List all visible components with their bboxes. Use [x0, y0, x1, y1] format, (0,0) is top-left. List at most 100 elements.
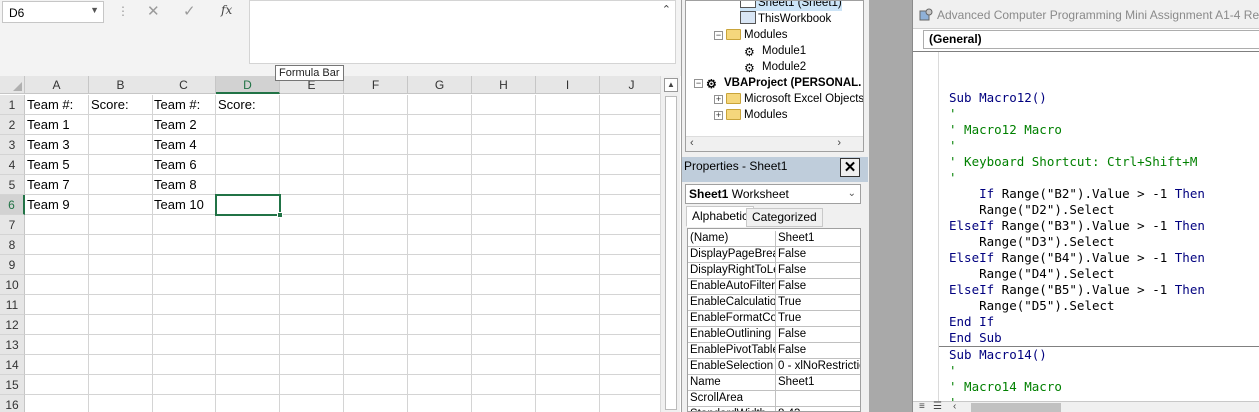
property-row[interactable]: (Name) Sheet1 [688, 231, 860, 247]
row-header-3[interactable]: 3 [0, 135, 25, 155]
row-header-6[interactable]: 6 [0, 195, 25, 215]
cell-h1[interactable] [472, 95, 536, 115]
code-line[interactable]: Range("D4").Select [949, 266, 1259, 282]
cell-b14[interactable] [89, 355, 153, 375]
chevron-down-icon[interactable]: ▼ [90, 5, 99, 15]
cell-g16[interactable] [408, 395, 472, 412]
cell-d4[interactable] [216, 155, 280, 175]
code-line[interactable]: ' Macro14 Macro [949, 379, 1259, 395]
tree-item-excel-objects[interactable]: Microsoft Excel Objects [726, 91, 863, 107]
cell-d13[interactable] [216, 335, 280, 355]
property-value[interactable]: 8.43 [777, 407, 860, 411]
cell-b11[interactable] [89, 295, 153, 315]
cell-c14[interactable] [152, 355, 216, 375]
cell-e11[interactable] [280, 295, 344, 315]
cell-b16[interactable] [89, 395, 153, 412]
cell-i2[interactable] [536, 115, 600, 135]
cell-g10[interactable] [408, 275, 472, 295]
cell-f9[interactable] [344, 255, 408, 275]
expand-icon[interactable]: + [714, 95, 723, 104]
cell-d7[interactable] [216, 215, 280, 235]
tab-alphabetic[interactable]: Alphabetic [686, 206, 755, 227]
cell-d3[interactable] [216, 135, 280, 155]
cell-a7[interactable] [25, 215, 89, 235]
property-value[interactable]: True [777, 311, 860, 327]
cell-b8[interactable] [89, 235, 153, 255]
row-header-2[interactable]: 2 [0, 115, 25, 135]
row-header-1[interactable]: 1 [0, 95, 25, 115]
code-line[interactable]: ' [949, 106, 1259, 122]
property-value[interactable]: 0 - xlNoRestrictions [777, 359, 860, 375]
cell-i14[interactable] [536, 355, 600, 375]
cell-a2[interactable]: Team 1 [25, 115, 89, 135]
row-header-8[interactable]: 8 [0, 235, 25, 255]
scroll-left-icon[interactable]: ‹ [690, 137, 694, 149]
property-row[interactable]: EnableSelection0 - xlNoRestrictions [688, 359, 860, 375]
tree-item-modules-personal[interactable]: Modules [726, 107, 787, 123]
property-row[interactable]: DisplayPageBreaksFalse [688, 247, 860, 263]
cell-i6[interactable] [536, 195, 600, 215]
property-row[interactable]: DisplayRightToLeftFalse [688, 263, 860, 279]
cell-b5[interactable] [89, 175, 153, 195]
property-row[interactable]: EnableAutoFilter False [688, 279, 860, 295]
cell-h4[interactable] [472, 155, 536, 175]
cell-c9[interactable] [152, 255, 216, 275]
property-value[interactable]: False [777, 247, 860, 263]
code-line[interactable]: ElseIf Range("B5").Value > -1 Then [949, 282, 1259, 298]
cell-f7[interactable] [344, 215, 408, 235]
cell-d5[interactable] [216, 175, 280, 195]
vertical-scrollbar[interactable]: ▲ [660, 76, 680, 412]
column-header-d[interactable]: D [216, 76, 280, 94]
scroll-up-icon[interactable]: ▲ [664, 78, 678, 92]
cell-i13[interactable] [536, 335, 600, 355]
cell-e4[interactable] [280, 155, 344, 175]
code-line[interactable]: ElseIf Range("B4").Value > -1 Then [949, 250, 1259, 266]
cell-f3[interactable] [344, 135, 408, 155]
cell-i7[interactable] [536, 215, 600, 235]
row-header-15[interactable]: 15 [0, 375, 25, 395]
code-line[interactable]: Sub Macro12() [949, 90, 1259, 106]
cell-c15[interactable] [152, 375, 216, 395]
column-header-i[interactable]: I [536, 76, 600, 94]
property-row[interactable]: EnableFormatConditionsTrue [688, 311, 860, 327]
cell-g14[interactable] [408, 355, 472, 375]
cell-e16[interactable] [280, 395, 344, 412]
cell-c4[interactable]: Team 6 [152, 155, 216, 175]
tree-item-module2[interactable]: ⚙ Module2 [744, 59, 806, 75]
cell-g9[interactable] [408, 255, 472, 275]
cell-d15[interactable] [216, 375, 280, 395]
row-header-7[interactable]: 7 [0, 215, 25, 235]
cell-j11[interactable] [600, 295, 660, 315]
horizontal-scrollbar[interactable]: ‹ › [686, 136, 863, 151]
cell-h8[interactable] [472, 235, 536, 255]
property-value[interactable]: False [777, 263, 860, 279]
column-header-j[interactable]: J [600, 76, 660, 94]
column-header-g[interactable]: G [408, 76, 472, 94]
cell-j15[interactable] [600, 375, 660, 395]
tree-item-modules[interactable]: Modules [726, 27, 787, 43]
worksheet-grid[interactable]: A B C D E F G H I J 1 Team #: Score: Team #: Score: 2 Te… [0, 76, 660, 412]
cancel-icon[interactable]: ✕ [147, 2, 160, 20]
cell-d9[interactable] [216, 255, 280, 275]
cell-i9[interactable] [536, 255, 600, 275]
cell-b1[interactable]: Score: [89, 95, 153, 115]
cell-b13[interactable] [89, 335, 153, 355]
cell-c10[interactable] [152, 275, 216, 295]
cell-i10[interactable] [536, 275, 600, 295]
cell-h14[interactable] [472, 355, 536, 375]
cell-d10[interactable] [216, 275, 280, 295]
cell-f12[interactable] [344, 315, 408, 335]
cell-i12[interactable] [536, 315, 600, 335]
row-header-10[interactable]: 10 [0, 275, 25, 295]
cell-f14[interactable] [344, 355, 408, 375]
expand-icon[interactable]: + [714, 111, 723, 120]
cell-j1[interactable] [600, 95, 660, 115]
formula-input[interactable]: ⌃ [249, 0, 676, 64]
cell-i3[interactable] [536, 135, 600, 155]
cell-j7[interactable] [600, 215, 660, 235]
tree-item-vbaproject-personal[interactable]: ⚙ VBAProject (PERSONAL. [706, 75, 861, 91]
cell-g4[interactable] [408, 155, 472, 175]
cell-d2[interactable] [216, 115, 280, 135]
cell-a3[interactable]: Team 3 [25, 135, 89, 155]
cell-j9[interactable] [600, 255, 660, 275]
